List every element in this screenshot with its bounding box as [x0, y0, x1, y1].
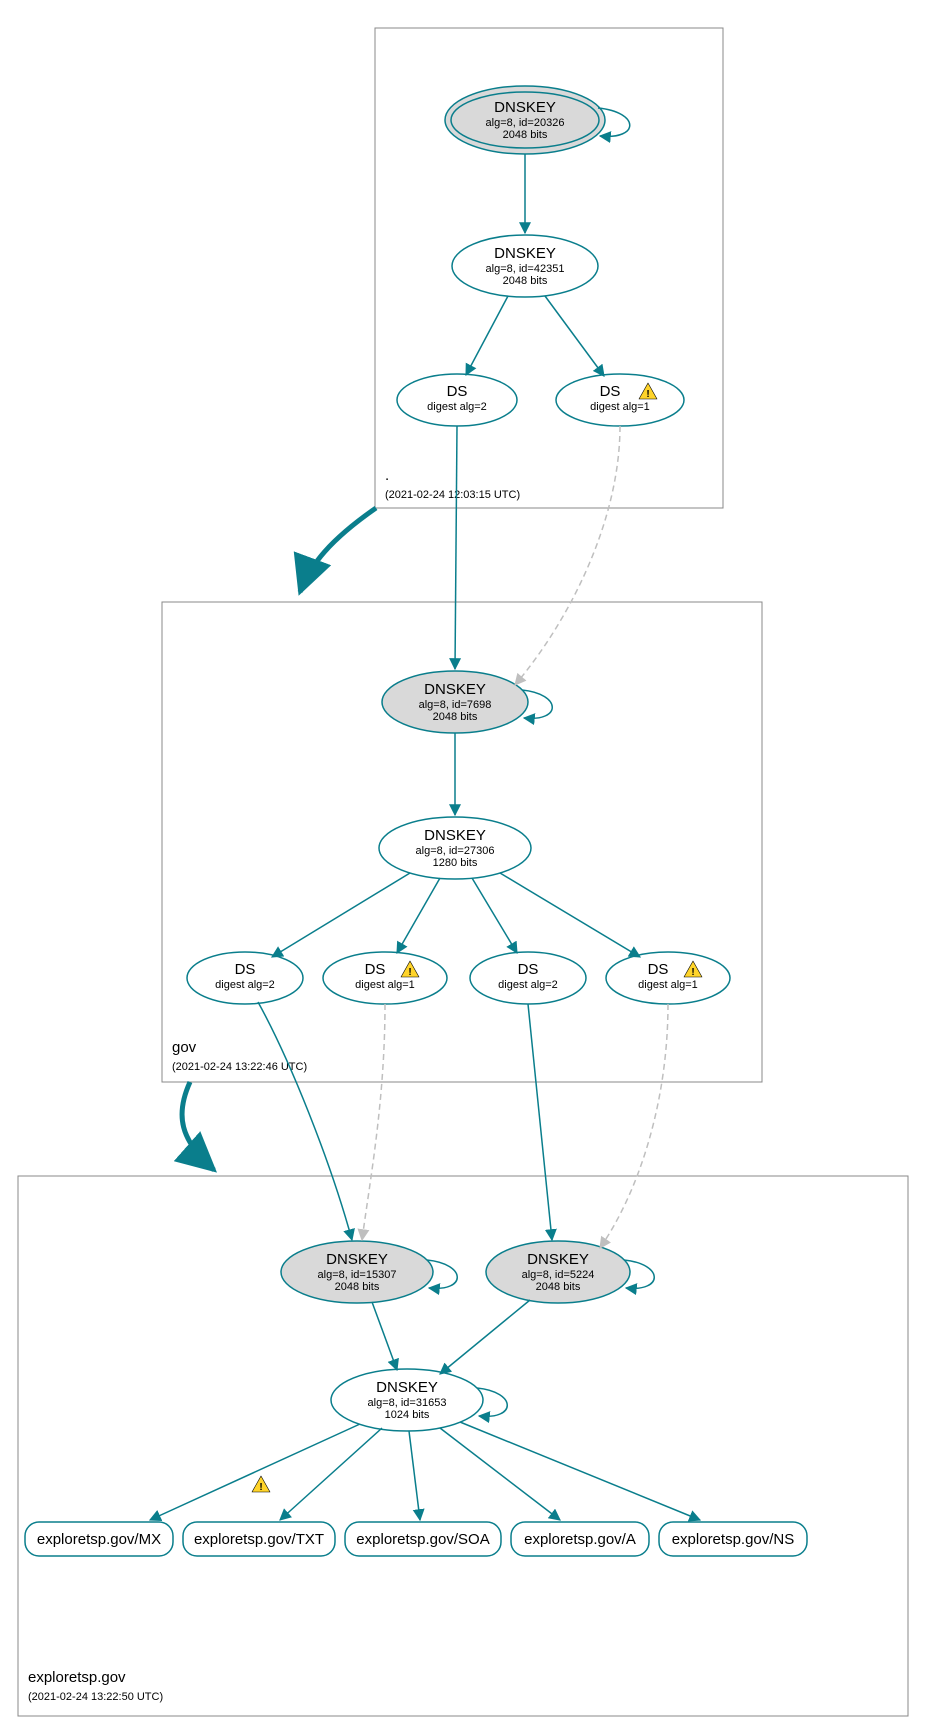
zone-root-ts: (2021-02-24 12:03:15 UTC) — [385, 489, 520, 501]
edge-dsA2-kskA — [258, 1002, 352, 1240]
svg-text:DNSKEY: DNSKEY — [424, 827, 486, 844]
edge-rootds1-govksk — [515, 426, 620, 685]
zone-leaf-title: exploretsp.gov — [28, 1669, 126, 1686]
node-root-zsk: DNSKEY alg=8, id=42351 2048 bits — [452, 235, 598, 297]
svg-text:DNSKEY: DNSKEY — [494, 99, 556, 116]
node-gov-zsk: DNSKEY alg=8, id=27306 1280 bits — [379, 817, 531, 879]
zone-leaf-ts: (2021-02-24 13:22:50 UTC) — [28, 1691, 163, 1703]
zone-root-title: . — [385, 467, 389, 484]
edge-rzsk-ds1 — [545, 296, 604, 376]
node-gov-dsB2: DS digest alg=2 — [470, 952, 586, 1004]
svg-text:DNSKEY: DNSKEY — [326, 1251, 388, 1268]
svg-text:DS: DS — [447, 383, 468, 400]
zone-gov-ts: (2021-02-24 13:22:46 UTC) — [172, 1061, 307, 1073]
svg-text:DNSKEY: DNSKEY — [376, 1379, 438, 1396]
svg-text:2048 bits: 2048 bits — [503, 275, 548, 287]
svg-text:exploretsp.gov/A: exploretsp.gov/A — [524, 1531, 636, 1548]
svg-text:digest alg=2: digest alg=2 — [498, 979, 558, 991]
svg-text:1024 bits: 1024 bits — [385, 1409, 430, 1421]
svg-text:alg=8, id=27306: alg=8, id=27306 — [416, 845, 495, 857]
svg-text:exploretsp.gov/SOA: exploretsp.gov/SOA — [356, 1531, 489, 1548]
edge-zone-gov-to-leaf — [182, 1082, 214, 1170]
svg-text:exploretsp.gov/MX: exploretsp.gov/MX — [37, 1531, 161, 1548]
node-gov-dsA2: DS digest alg=2 — [187, 952, 303, 1004]
zone-gov-title: gov — [172, 1039, 197, 1056]
svg-text:DS: DS — [365, 961, 386, 978]
edge-dsA1-kskA — [362, 1004, 385, 1240]
svg-text:2048 bits: 2048 bits — [503, 129, 548, 141]
svg-text:DNSKEY: DNSKEY — [527, 1251, 589, 1268]
edge-gzsk-dsB1 — [500, 873, 640, 957]
svg-text:digest alg=1: digest alg=1 — [638, 979, 698, 991]
edge-zsk-a — [440, 1428, 560, 1520]
svg-text:alg=8, id=5224: alg=8, id=5224 — [522, 1269, 595, 1281]
node-root-ds1: DS digest alg=1 — [556, 374, 684, 426]
node-leaf-kskA: DNSKEY alg=8, id=15307 2048 bits — [281, 1241, 457, 1303]
dnssec-graph: ! . (2021-02-24 12:03:15 UTC) DNSKEY alg… — [0, 0, 927, 1732]
edge-zsk-soa — [409, 1431, 420, 1520]
rr-a: exploretsp.gov/A — [511, 1522, 649, 1556]
warn-icon — [252, 1476, 270, 1493]
edge-gzsk-dsA1 — [397, 878, 440, 953]
node-leaf-kskB: DNSKEY alg=8, id=5224 2048 bits — [486, 1241, 654, 1303]
edge-gzsk-dsA2 — [272, 873, 410, 957]
rr-mx: exploretsp.gov/MX — [25, 1522, 173, 1556]
svg-text:alg=8, id=31653: alg=8, id=31653 — [368, 1397, 447, 1409]
svg-text:digest alg=1: digest alg=1 — [355, 979, 415, 991]
rr-ns: exploretsp.gov/NS — [659, 1522, 807, 1556]
node-gov-dsB1: DS digest alg=1 — [606, 952, 730, 1004]
node-gov-dsA1: DS digest alg=1 — [323, 952, 447, 1004]
svg-text:exploretsp.gov/TXT: exploretsp.gov/TXT — [194, 1531, 324, 1548]
svg-text:DNSKEY: DNSKEY — [424, 681, 486, 698]
svg-text:digest alg=1: digest alg=1 — [590, 401, 650, 413]
edge-zone-root-to-gov — [300, 508, 376, 592]
rr-txt: exploretsp.gov/TXT — [183, 1522, 335, 1556]
svg-text:2048 bits: 2048 bits — [335, 1281, 380, 1293]
edge-dsB1-kskB — [600, 1004, 668, 1248]
svg-text:exploretsp.gov/NS: exploretsp.gov/NS — [672, 1531, 795, 1548]
svg-text:DS: DS — [235, 961, 256, 978]
svg-text:2048 bits: 2048 bits — [536, 1281, 581, 1293]
svg-text:1280 bits: 1280 bits — [433, 857, 478, 869]
edge-kskA-zsk — [372, 1302, 397, 1370]
svg-text:digest alg=2: digest alg=2 — [215, 979, 275, 991]
edge-kskB-zsk — [440, 1300, 530, 1374]
svg-text:DS: DS — [600, 383, 621, 400]
svg-text:alg=8, id=42351: alg=8, id=42351 — [486, 263, 565, 275]
svg-text:DNSKEY: DNSKEY — [494, 245, 556, 262]
svg-text:DS: DS — [518, 961, 539, 978]
edge-zsk-txt — [280, 1428, 382, 1520]
node-gov-ksk: DNSKEY alg=8, id=7698 2048 bits — [382, 671, 552, 733]
svg-text:2048 bits: 2048 bits — [433, 711, 478, 723]
node-root-ds2: DS digest alg=2 — [397, 374, 517, 426]
edge-rootds2-govksk — [455, 426, 457, 669]
node-leaf-zsk: DNSKEY alg=8, id=31653 1024 bits — [331, 1369, 507, 1431]
edge-gzsk-dsB2 — [472, 878, 517, 953]
edge-zsk-mx — [150, 1424, 360, 1520]
rr-soa: exploretsp.gov/SOA — [345, 1522, 501, 1556]
svg-text:alg=8, id=20326: alg=8, id=20326 — [486, 117, 565, 129]
node-root-ksk: DNSKEY alg=8, id=20326 2048 bits — [445, 86, 630, 154]
svg-text:digest alg=2: digest alg=2 — [427, 401, 487, 413]
svg-text:alg=8, id=15307: alg=8, id=15307 — [318, 1269, 397, 1281]
edge-rzsk-ds2 — [466, 296, 508, 375]
edge-dsB2-kskB — [528, 1004, 552, 1240]
svg-text:DS: DS — [648, 961, 669, 978]
svg-text:alg=8, id=7698: alg=8, id=7698 — [419, 699, 492, 711]
